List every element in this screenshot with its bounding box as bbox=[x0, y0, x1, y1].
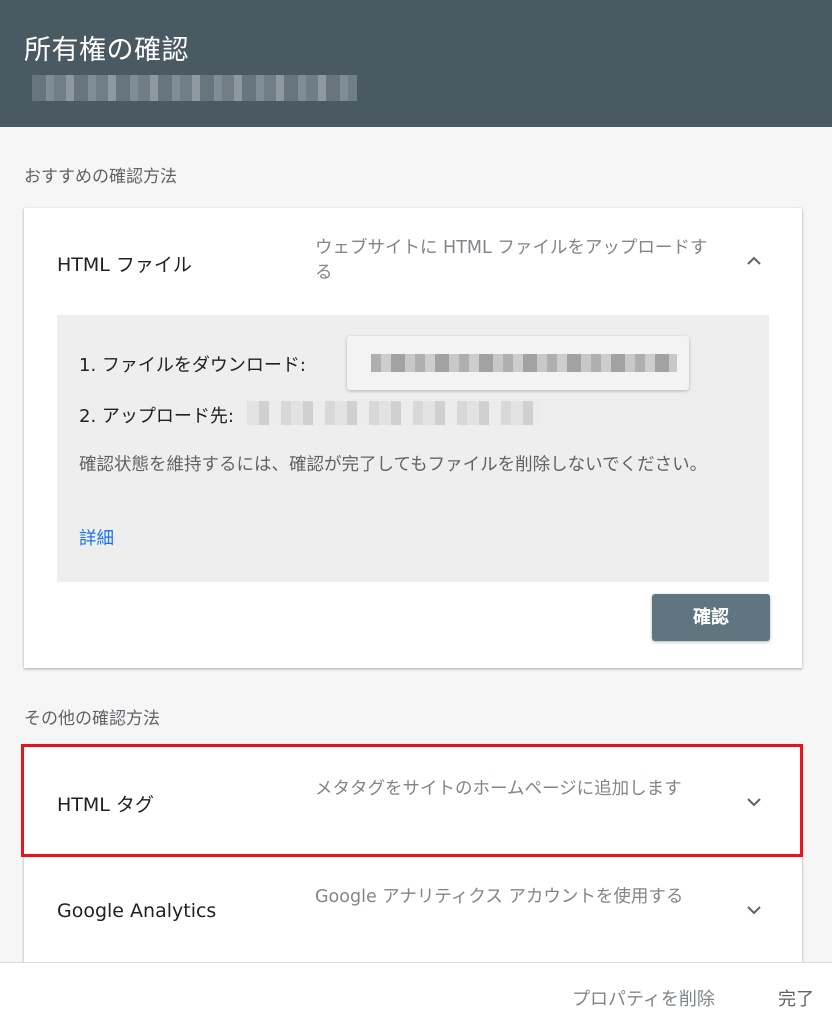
google-analytics-method-row[interactable]: Google Analytics Google アナリティクス アカウントを使用… bbox=[24, 856, 802, 975]
html-file-method-header[interactable]: HTML ファイル ウェブサイトに HTML ファイルをアップロードする bbox=[24, 208, 802, 315]
dialog-footer: プロパティを削除 完了 bbox=[0, 962, 832, 1024]
html-file-method-card: HTML ファイル ウェブサイトに HTML ファイルをアップロードする 1. … bbox=[24, 208, 802, 668]
method-description: Google アナリティクス アカウントを使用する bbox=[315, 887, 684, 907]
chevron-down-icon[interactable] bbox=[742, 898, 766, 922]
verify-button[interactable]: 確認 bbox=[652, 594, 770, 641]
download-file-button[interactable] bbox=[347, 336, 689, 390]
method-name: Google Analytics bbox=[57, 900, 217, 922]
upload-url-redacted bbox=[247, 401, 542, 425]
delete-property-button[interactable]: プロパティを削除 bbox=[572, 985, 715, 1011]
other-section-label: その他の確認方法 bbox=[24, 709, 160, 729]
method-name: HTML ファイル bbox=[57, 254, 192, 276]
highlight-box bbox=[21, 744, 803, 857]
retention-note: 確認状態を維持するには、確認が完了してもファイルを削除しないでください。 bbox=[79, 455, 708, 475]
dialog-header: 所有権の確認 bbox=[0, 0, 832, 127]
download-step-label: 1. ファイルをダウンロード: bbox=[79, 355, 306, 376]
upload-step-label: 2. アップロード先: bbox=[79, 406, 234, 427]
details-link[interactable]: 詳細 bbox=[79, 525, 114, 550]
chevron-up-icon[interactable] bbox=[742, 249, 766, 273]
method-description: ウェブサイトに HTML ファイルをアップロードする bbox=[315, 238, 708, 283]
property-url-redacted bbox=[32, 75, 357, 101]
instructions-panel: 1. ファイルをダウンロード: 2. アップロード先: 確認状態を維持するには、… bbox=[57, 315, 769, 582]
done-button[interactable]: 完了 bbox=[778, 985, 814, 1011]
recommended-section-label: おすすめの確認方法 bbox=[24, 167, 177, 187]
file-name-redacted bbox=[371, 354, 677, 372]
dialog-title: 所有権の確認 bbox=[24, 35, 189, 66]
